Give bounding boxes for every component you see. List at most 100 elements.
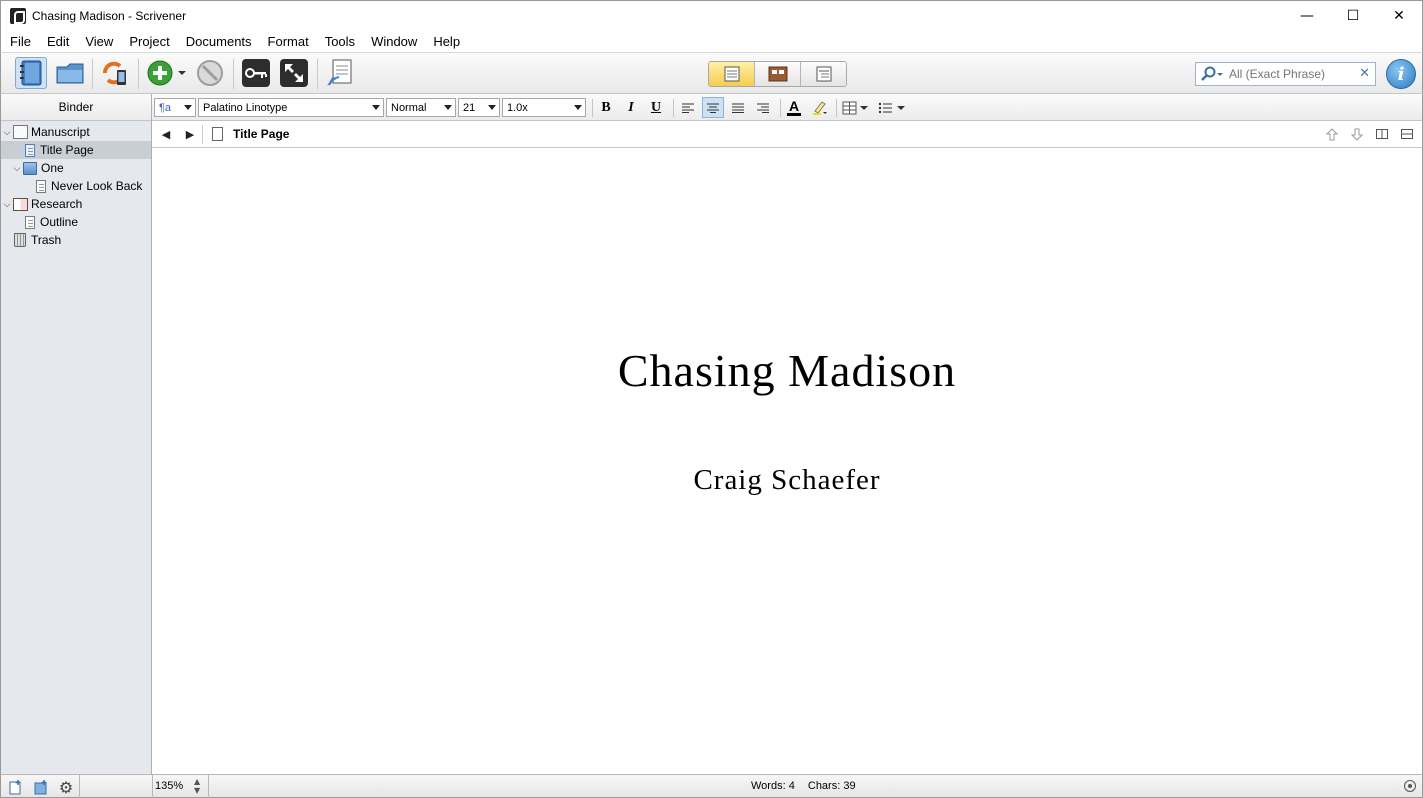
list-button[interactable] (876, 97, 908, 118)
document-icon[interactable] (212, 127, 223, 141)
collections-button[interactable] (54, 57, 86, 89)
document-icon (25, 143, 35, 157)
outliner-icon (816, 66, 831, 82)
target-icon[interactable] (1404, 780, 1416, 792)
bold-button[interactable]: B (595, 97, 617, 118)
arrow-up-icon (1326, 127, 1338, 140)
menu-window[interactable]: Window (363, 34, 425, 49)
style-preset-select[interactable]: ¶a (154, 98, 196, 117)
text-color-button[interactable]: A (783, 97, 805, 118)
close-button[interactable]: ✕ (1376, 1, 1422, 31)
sync-button[interactable] (98, 57, 130, 89)
typeface-select[interactable]: Normal (386, 98, 456, 117)
align-left-button[interactable] (677, 97, 699, 118)
zoom-level[interactable]: 135% (155, 780, 183, 792)
split-vertical-button[interactable] (1375, 127, 1389, 141)
add-folder-button[interactable] (32, 778, 50, 796)
document-title-header[interactable]: Title Page (233, 127, 289, 141)
menu-edit[interactable]: Edit (39, 34, 77, 49)
align-justify-button[interactable] (727, 97, 749, 118)
paragraph-style-icon: ¶a (159, 101, 172, 114)
inspector-button[interactable]: i (1386, 59, 1416, 89)
document-editor[interactable]: Chasing Madison Craig Schaefer (152, 148, 1423, 774)
menu-format[interactable]: Format (260, 34, 317, 49)
binder-toggle-button[interactable] (15, 57, 47, 89)
binder-item-one[interactable]: ⌵ One (1, 159, 151, 177)
view-mode-group (708, 61, 847, 87)
align-justify-icon (732, 103, 744, 113)
chevron-down-icon[interactable]: ⌵ (1, 127, 13, 138)
binder-item-label: Title Page (40, 143, 94, 157)
highlight-button[interactable] (808, 97, 830, 118)
text-color-icon: A (788, 97, 800, 114)
search-clear-button[interactable]: ✕ (1359, 66, 1370, 81)
document-view-button[interactable] (709, 62, 755, 86)
line-spacing-select[interactable]: 1.0x (502, 98, 586, 117)
delete-icon (197, 60, 223, 86)
menu-project[interactable]: Project (121, 34, 177, 49)
table-button[interactable] (840, 97, 870, 118)
composition-mode-button[interactable] (278, 57, 310, 89)
corkboard-view-button[interactable] (755, 62, 801, 86)
align-center-button[interactable] (702, 97, 724, 118)
font-family-select[interactable]: Palatino Linotype (198, 98, 384, 117)
delete-item-button[interactable] (194, 57, 226, 89)
binder-item-manuscript[interactable]: ⌵ Manuscript (1, 123, 151, 141)
zoom-stepper[interactable]: ▲ ▼ (194, 777, 200, 795)
binder-item-label: Outline (40, 215, 79, 229)
binder-item-label: Research (31, 197, 83, 211)
window-title: Chasing Madison - Scrivener (32, 8, 187, 23)
font-size-value: 21 (463, 101, 476, 114)
binder-item-outline[interactable]: Outline (1, 213, 151, 231)
binder-item-never-look-back[interactable]: Never Look Back (1, 177, 151, 195)
settings-button[interactable]: ⚙ (57, 777, 75, 797)
keywords-button[interactable] (240, 57, 272, 89)
align-left-icon (682, 103, 694, 113)
binder-item-trash[interactable]: Trash (1, 231, 151, 249)
menu-file[interactable]: File (2, 34, 39, 49)
align-right-button[interactable] (752, 97, 774, 118)
chevron-down-icon (444, 105, 452, 110)
gear-icon: ⚙ (58, 777, 74, 797)
maximize-button[interactable]: ☐ (1330, 1, 1376, 31)
font-size-select[interactable]: 21 (458, 98, 500, 117)
chevron-down-icon (178, 71, 186, 75)
align-right-icon (757, 103, 769, 113)
binder-item-label: Never Look Back (51, 179, 143, 193)
split-horizontal-icon (1401, 129, 1413, 139)
previous-document-button[interactable] (1325, 127, 1339, 141)
chevron-down-icon[interactable]: ⌵ (11, 163, 23, 174)
binder-item-research[interactable]: ⌵ Research (1, 195, 151, 213)
menu-tools[interactable]: Tools (317, 34, 363, 49)
binder-header: Binder (1, 94, 151, 121)
chevron-down-icon[interactable]: ⌵ (1, 199, 13, 210)
chevron-down-icon (574, 105, 582, 110)
chevron-down-icon (184, 105, 192, 110)
search-input[interactable] (1229, 67, 1359, 81)
add-item-dropdown[interactable] (175, 57, 189, 89)
document-title-text[interactable]: Chasing Madison (152, 344, 1422, 397)
add-document-button[interactable] (7, 778, 25, 796)
outliner-view-button[interactable] (801, 62, 846, 86)
word-count: Words: 4 Chars: 39 (751, 780, 866, 792)
title-bar: Chasing Madison - Scrivener — ☐ ✕ (0, 0, 1423, 30)
project-search[interactable]: ✕ (1195, 62, 1376, 86)
menu-documents[interactable]: Documents (178, 34, 260, 49)
new-folder-icon (34, 779, 47, 794)
new-document-icon (9, 779, 21, 794)
main-toolbar: ✕ i (0, 52, 1423, 94)
quick-reference-button[interactable] (323, 57, 355, 89)
forward-button[interactable]: ▶ (183, 127, 197, 141)
keywords-icon (242, 59, 270, 87)
back-button[interactable]: ◀ (159, 127, 173, 141)
menu-help[interactable]: Help (425, 34, 468, 49)
italic-button[interactable]: I (620, 97, 642, 118)
minimize-button[interactable]: — (1284, 1, 1330, 31)
next-document-button[interactable] (1350, 127, 1364, 141)
split-horizontal-button[interactable] (1400, 127, 1414, 141)
menu-view[interactable]: View (77, 34, 121, 49)
underline-button[interactable]: U (645, 97, 667, 118)
add-item-button[interactable] (144, 57, 176, 89)
binder-item-title-page[interactable]: Title Page (1, 141, 151, 159)
document-author-text[interactable]: Craig Schaefer (152, 464, 1422, 497)
